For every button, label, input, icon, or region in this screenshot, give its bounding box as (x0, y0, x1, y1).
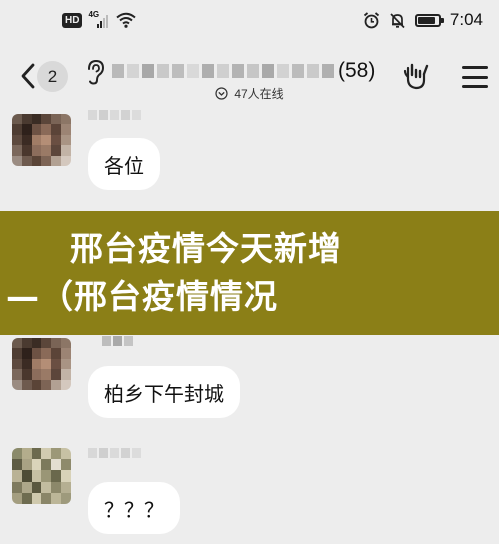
headline-line-2: —（邢台疫情情况 (6, 277, 278, 316)
menu-icon[interactable] (462, 66, 488, 88)
clock: 7:04 (449, 10, 483, 29)
message-text: 各位 (104, 155, 144, 178)
message-text: 柏乡下午封城 (104, 383, 224, 406)
message-bubble[interactable]: 柏乡下午封城 (88, 366, 240, 418)
sender-name-redacted (88, 110, 141, 120)
message-text: ？？？ (104, 499, 164, 522)
headline-banner: 邢台疫情今天新增 —（邢台疫情情况 (0, 211, 499, 335)
alarm-icon (363, 11, 379, 28)
gesture-icon[interactable] (402, 62, 430, 92)
sender-name-redacted (88, 448, 141, 458)
group-title[interactable]: (58) (112, 56, 375, 86)
status-left: HD 4G (62, 10, 137, 28)
ear-icon[interactable] (84, 58, 108, 86)
message-bubble[interactable]: 各位 (88, 138, 160, 190)
online-count-text: 47人在线 (234, 87, 284, 101)
avatar[interactable] (12, 338, 71, 390)
chat-header: 2 (58) 47人在线 (0, 44, 499, 110)
chevron-down-circle-icon (215, 87, 228, 100)
silent-bell-icon (390, 12, 405, 28)
sender-name-redacted (102, 336, 133, 346)
status-right: 7:04 (363, 10, 483, 30)
hd-badge: HD (62, 12, 83, 28)
battery-fill (417, 16, 435, 24)
headline-line-1: 邢台疫情今天新增 (70, 229, 342, 268)
wifi-icon (116, 12, 137, 28)
avatar[interactable] (12, 114, 71, 166)
group-member-count: (58) (338, 59, 376, 82)
status-bar: HD 4G 7:04 (0, 0, 499, 44)
avatar[interactable] (12, 448, 71, 504)
message-bubble[interactable]: ？？？ (88, 482, 180, 534)
group-name-redacted (112, 64, 334, 78)
signal-icon: 4G (88, 10, 110, 28)
battery-icon (414, 13, 444, 27)
